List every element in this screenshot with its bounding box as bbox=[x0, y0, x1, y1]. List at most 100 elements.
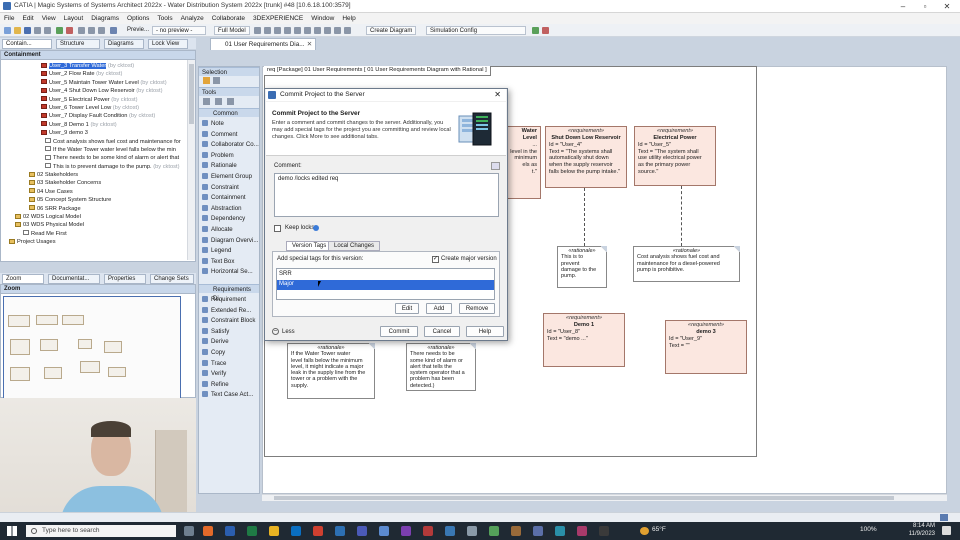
tool-item[interactable]: Constraint Block bbox=[202, 316, 258, 325]
tab-diagrams[interactable]: Diagrams bbox=[104, 39, 144, 49]
requirements-group-header[interactable]: Requirements Di... bbox=[199, 284, 259, 302]
layout-icon[interactable] bbox=[264, 27, 271, 34]
requirement-electrical-power[interactable]: «requirement» Electrical Power Id = "Use… bbox=[634, 126, 716, 186]
menu-file[interactable]: File bbox=[0, 13, 18, 22]
cut-icon[interactable] bbox=[78, 27, 85, 34]
task-view-icon[interactable] bbox=[184, 526, 194, 536]
edge-icon[interactable] bbox=[291, 526, 301, 536]
requirement-demo-3[interactable]: «requirement» demo 3 Id = "User_9" Text … bbox=[665, 320, 747, 374]
keep-locks-checkbox[interactable] bbox=[274, 225, 281, 232]
app-icon-h[interactable] bbox=[555, 526, 565, 536]
fit-icon[interactable] bbox=[294, 27, 301, 34]
trace-link[interactable] bbox=[584, 188, 585, 246]
tree-item[interactable]: Read Me First bbox=[1, 230, 187, 238]
create-major-version-checkbox[interactable]: ✓ bbox=[432, 256, 439, 263]
minimize-button[interactable]: – bbox=[892, 1, 914, 12]
tab-user-requirements-diagram[interactable]: 01 User Requirements Dia... ✕ bbox=[210, 38, 316, 50]
outlook-icon[interactable] bbox=[335, 526, 345, 536]
tree-item[interactable]: User_2 Flow Rate (by cktost) bbox=[1, 70, 187, 78]
tool-item[interactable]: Satisfy bbox=[202, 327, 258, 336]
copy-icon[interactable] bbox=[88, 27, 95, 34]
tool-item[interactable]: Horizontal Se... bbox=[202, 267, 258, 276]
tree-item[interactable]: User_7 Display Fault Condition (by cktos… bbox=[1, 112, 187, 120]
route-icon[interactable] bbox=[324, 27, 331, 34]
tool-item[interactable]: Problem bbox=[202, 151, 258, 160]
menu-tools[interactable]: Tools bbox=[153, 13, 176, 22]
tab-version-tags[interactable]: Version Tags bbox=[286, 241, 333, 251]
open-icon[interactable] bbox=[14, 27, 21, 34]
requirement-maintain-water-level[interactable]: Water Level ... level in the minimum els… bbox=[504, 126, 541, 199]
commit-icon[interactable] bbox=[56, 27, 63, 34]
rationale-water-tower-level[interactable]: «rationale» If the Water Tower water lev… bbox=[287, 343, 375, 399]
menu-edit[interactable]: Edit bbox=[18, 13, 37, 22]
common-group-header[interactable]: Common bbox=[199, 108, 259, 117]
menu-layout[interactable]: Layout bbox=[60, 13, 88, 22]
tag-item-srr[interactable]: SRR bbox=[277, 269, 494, 280]
add-tag-button[interactable]: Add bbox=[426, 303, 452, 314]
close-window-button[interactable]: ✕ bbox=[936, 1, 958, 12]
tree-item[interactable]: 03 Stakeholder Concerns bbox=[1, 179, 187, 187]
rationale-alarm-alert[interactable]: «rationale» There needs to be some kind … bbox=[406, 343, 476, 391]
help-button[interactable]: Help bbox=[466, 326, 504, 337]
tree-item[interactable]: 06 SRR Package bbox=[1, 205, 187, 213]
powerpoint-icon[interactable] bbox=[313, 526, 323, 536]
tree-item[interactable]: User_8 Demo 1 (by cktost) bbox=[1, 121, 187, 129]
notifications-icon[interactable] bbox=[940, 514, 948, 521]
firefox-icon[interactable] bbox=[203, 526, 213, 536]
menu-view[interactable]: View bbox=[38, 13, 60, 22]
full-model-button[interactable]: Full Model bbox=[214, 26, 250, 35]
save-icon[interactable] bbox=[24, 27, 31, 34]
marquee-icon[interactable] bbox=[213, 77, 220, 84]
tree-item[interactable]: 02 WDS Logical Model bbox=[1, 213, 187, 221]
app-icon-c[interactable] bbox=[423, 526, 433, 536]
pointer-icon[interactable] bbox=[203, 77, 210, 84]
dialog-close-icon[interactable]: ✕ bbox=[494, 89, 501, 101]
tool-item[interactable]: Requirement bbox=[202, 295, 258, 304]
notification-center-icon[interactable] bbox=[942, 526, 951, 535]
tab-documentation[interactable]: Documentat... bbox=[48, 274, 100, 284]
trace-link[interactable] bbox=[681, 186, 682, 246]
simulation-config-select[interactable]: Simulation Config bbox=[426, 26, 526, 35]
tags-list[interactable]: SRR Major bbox=[276, 268, 495, 300]
tree-item[interactable]: User_5 Maintain Tower Water Level (by ck… bbox=[1, 79, 187, 87]
paste-icon[interactable] bbox=[98, 27, 105, 34]
tree-item[interactable]: 05 Concept System Structure bbox=[1, 196, 187, 204]
tree-item[interactable]: User_4 Shut Down Low Reservoir (by cktos… bbox=[1, 87, 187, 95]
edit-tag-button[interactable]: Edit bbox=[395, 303, 419, 314]
expand-all-icon[interactable] bbox=[203, 98, 210, 105]
tool-item[interactable]: Abstraction bbox=[202, 204, 258, 213]
zoom-in-icon[interactable] bbox=[274, 27, 281, 34]
tree-item[interactable]: User_5 Electrical Power (by cktost) bbox=[1, 96, 187, 104]
menu-collaborate[interactable]: Collaborate bbox=[208, 13, 249, 22]
tab-change-sets[interactable]: Change Sets bbox=[150, 274, 194, 284]
tool-item[interactable]: Legend bbox=[202, 246, 258, 255]
tree-item[interactable]: This is to prevent damage to the pump. (… bbox=[1, 163, 187, 171]
undo-icon[interactable] bbox=[34, 27, 41, 34]
app-icon-f[interactable] bbox=[511, 526, 521, 536]
app-icon-b[interactable] bbox=[401, 526, 411, 536]
app-icon-j[interactable] bbox=[599, 526, 609, 536]
create-diagram-button[interactable]: Create Diagram bbox=[366, 26, 417, 35]
validate-icon[interactable] bbox=[254, 27, 261, 34]
tree-item[interactable]: 02 Stakeholders bbox=[1, 171, 187, 179]
new-project-icon[interactable] bbox=[4, 27, 11, 34]
grid-icon[interactable] bbox=[304, 27, 311, 34]
tab-structure[interactable]: Structure bbox=[56, 39, 100, 49]
start-icon[interactable] bbox=[7, 526, 17, 536]
rationale-cost-analysis[interactable]: «rationale» Cost analysis shows fuel cos… bbox=[633, 246, 740, 282]
teams-icon[interactable] bbox=[357, 526, 367, 536]
cancel-button[interactable]: Cancel bbox=[424, 326, 460, 337]
preview-select[interactable]: - no preview - bbox=[152, 26, 206, 35]
tab-local-changes[interactable]: Local Changes bbox=[328, 241, 381, 251]
tool-item[interactable]: Extended Re... bbox=[202, 306, 258, 315]
filter-icon[interactable] bbox=[227, 98, 234, 105]
clock-date[interactable]: 11/9/2023 bbox=[905, 531, 935, 537]
menu-options[interactable]: Options bbox=[123, 13, 153, 22]
clock-time[interactable]: 8:14 AM bbox=[905, 523, 935, 529]
excel-icon[interactable] bbox=[247, 526, 257, 536]
tree-item[interactable]: There needs to be some kind of alarm or … bbox=[1, 154, 187, 162]
commit-button[interactable]: Commit bbox=[380, 326, 418, 337]
comment-history-icon[interactable] bbox=[491, 162, 500, 170]
export-icon[interactable] bbox=[344, 27, 351, 34]
collapse-all-icon[interactable] bbox=[215, 98, 222, 105]
